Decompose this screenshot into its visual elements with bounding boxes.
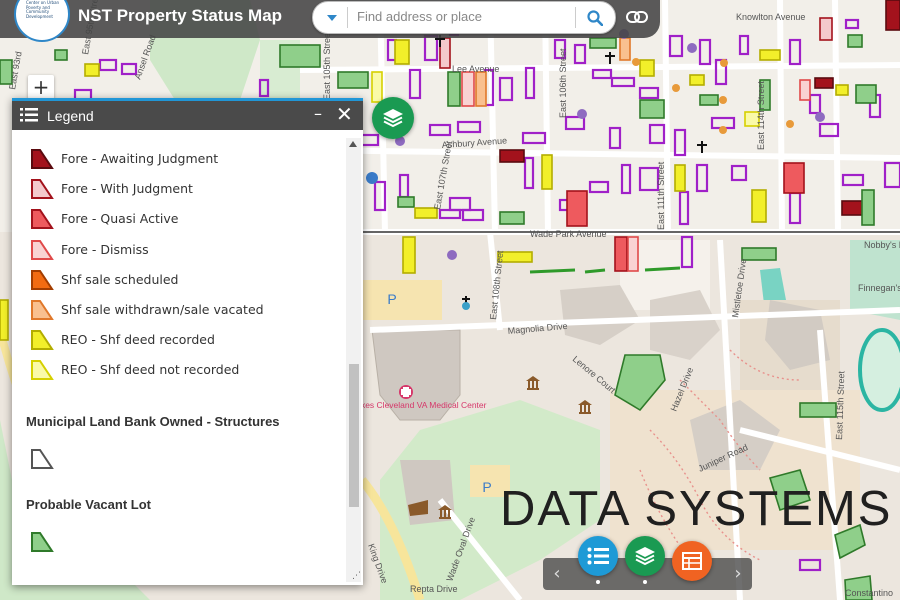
zoom-in-button[interactable]: +	[28, 75, 54, 99]
legend-item-label: Shf sale withdrawn/sale vacated	[61, 302, 264, 317]
resize-handle[interactable]: ⋰	[352, 571, 361, 581]
legend-swatch	[31, 330, 54, 351]
street-label: Wade Park Avenue	[530, 229, 607, 239]
logo[interactable]: Center on Urban Poverty and Community De…	[14, 0, 70, 42]
scroll-up-arrow[interactable]	[349, 141, 357, 147]
legend-scrollbar[interactable]	[346, 138, 361, 582]
legend-item-label: REO - Shf deed not recorded	[61, 362, 240, 378]
layers-icon	[383, 109, 403, 128]
divider	[347, 7, 348, 28]
table-icon	[682, 552, 702, 570]
legend-item-label: Fore - Awaiting Judgment	[61, 151, 219, 166]
street-label: Lee Avenue	[452, 64, 499, 74]
legend-swatch	[31, 269, 54, 290]
parking-icon: P	[387, 291, 396, 307]
list-icon	[20, 108, 38, 122]
street-label: East 114th Street	[756, 81, 766, 150]
layers-icon	[635, 547, 655, 566]
layer-list-widget-button[interactable]	[625, 536, 665, 576]
legend-title: Legend	[47, 108, 94, 124]
search-box	[312, 1, 616, 34]
street-label: Finnegan's	[858, 283, 900, 293]
controller-prev-button[interactable]: ‹	[543, 558, 571, 590]
legend-widget-button[interactable]	[578, 536, 618, 576]
street-label: East 111th Street	[656, 161, 666, 230]
close-icon[interactable]: ✕	[336, 102, 353, 126]
logo-text: Center on Urban Poverty and Community De…	[26, 0, 60, 19]
divider	[575, 7, 576, 28]
legend-swatch	[31, 449, 54, 469]
legend-group-title: Municipal Land Bank Owned - Structures	[26, 414, 280, 429]
parking-lot	[362, 280, 442, 320]
legend-group-title: Probable Vacant Lot	[26, 497, 151, 512]
search-icon	[587, 10, 603, 26]
search-source-dropdown[interactable]	[319, 8, 345, 27]
layers-button[interactable]	[372, 97, 414, 139]
legend-panel: Legend – ✕ Fore - Awaiting Judgment Fore …	[12, 98, 363, 585]
share-link-button[interactable]	[624, 6, 650, 28]
poi-hospital	[399, 385, 413, 399]
legend-item-label: REO - Shf deed recorded	[61, 332, 215, 348]
active-indicator	[643, 580, 647, 584]
legend-swatch	[31, 149, 54, 169]
legend-swatch	[31, 300, 54, 320]
legend-header: Legend – ✕	[12, 101, 363, 130]
attribute-table-widget-button[interactable]	[672, 541, 712, 581]
list-icon	[587, 547, 609, 565]
street-label: East 106th Street	[558, 48, 568, 118]
street-label: Repta Drive	[410, 584, 458, 594]
legend-item-label: Fore - Quasi Active	[61, 211, 179, 227]
link-icon	[626, 11, 648, 23]
track-field	[858, 328, 900, 412]
search-input[interactable]	[357, 6, 567, 26]
poi-marker	[366, 172, 378, 184]
legend-body: Fore - Awaiting Judgment Fore - With Judg…	[12, 130, 346, 582]
legend-swatch	[31, 360, 54, 381]
chevron-down-icon	[327, 14, 337, 21]
legend-swatch	[31, 179, 54, 200]
controller-next-button[interactable]: ›	[724, 558, 752, 590]
legend-item-label: Shf sale scheduled	[61, 271, 179, 287]
legend-swatch	[31, 532, 54, 552]
legend-swatch	[31, 209, 54, 230]
street-label: Knowlton Avenue	[736, 12, 805, 22]
street-label: East 105th Street	[322, 30, 332, 100]
watermark: DATA SYSTEMS	[500, 482, 893, 536]
legend-item-label: Fore - With Judgment	[61, 181, 193, 197]
legend-swatch	[31, 239, 54, 260]
search-button[interactable]	[581, 6, 609, 30]
minimize-icon[interactable]: –	[314, 104, 322, 123]
legend-item-label: Fore - Dismiss	[61, 241, 149, 257]
street-label: Constantino	[845, 588, 893, 598]
park-label: Nobby's Ballpark	[864, 240, 900, 250]
app-title: NST Property Status Map	[78, 6, 283, 25]
app-header: Center on Urban Poverty and Community De…	[0, 0, 660, 42]
parking-icon: P	[482, 479, 491, 495]
scroll-thumb[interactable]	[349, 364, 359, 507]
active-indicator	[596, 580, 600, 584]
